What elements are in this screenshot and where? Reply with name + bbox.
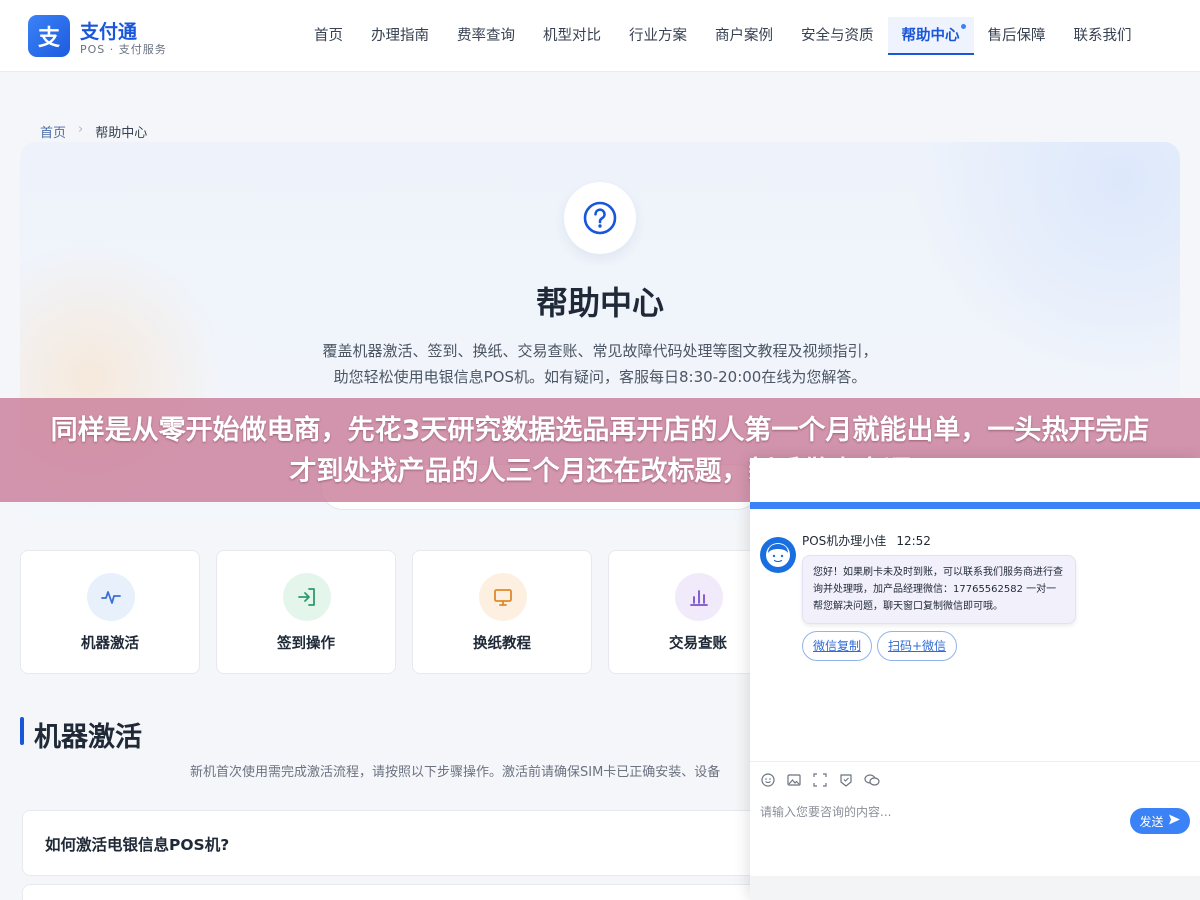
nav-item-cases[interactable]: 商户案例 — [701, 17, 787, 55]
bar-chart-icon — [675, 573, 723, 621]
nav-item-security[interactable]: 安全与资质 — [787, 17, 888, 55]
chat-accent-stripe — [750, 502, 1200, 509]
monitor-icon — [479, 573, 527, 621]
main-nav: 首页 办理指南 费率查询 机型对比 行业方案 商户案例 安全与资质 帮助中心 售… — [300, 0, 1146, 72]
chat-footer — [750, 876, 1200, 900]
pulse-icon — [87, 573, 135, 621]
message-bubble: 您好！如果刷卡未及时到账，可以联系我们服务商进行查询并处理哦，加产品经理微信：1… — [802, 555, 1076, 624]
minimize-button[interactable]: — — [1150, 462, 1164, 478]
category-card-label: 签到操作 — [277, 636, 335, 652]
category-card-paper[interactable]: 换纸教程 — [412, 550, 592, 674]
nav-item-industry[interactable]: 行业方案 — [615, 17, 701, 55]
logo-icon[interactable]: 支 — [28, 15, 70, 57]
section-accent-bar — [20, 717, 24, 745]
nav-item-help[interactable]: 帮助中心 — [887, 17, 974, 55]
nav-item-aftersales[interactable]: 售后保障 — [974, 17, 1060, 55]
category-card-label: 换纸教程 — [473, 636, 531, 652]
image-icon[interactable] — [786, 772, 802, 788]
emoji-icon[interactable] — [760, 772, 776, 788]
section-title: 机器激活 — [34, 722, 142, 753]
maximize-button[interactable]: □ — [1176, 462, 1189, 478]
page-title: 帮助中心 — [535, 284, 664, 322]
nav-item-rates[interactable]: 费率查询 — [443, 17, 529, 55]
faq-question: 如何激活电银信息POS机? — [45, 836, 230, 854]
breadcrumb-separator: › — [78, 122, 84, 137]
agent-name-text: POS机办理小佳 — [802, 534, 887, 548]
chat-window: — □ POS机办理小佳 12:52 您好！如果刷卡未及时到账，可以联系我们服务商… — [750, 458, 1200, 900]
category-cards: 机器激活 签到操作 换纸教程 交易查账 — [20, 550, 788, 674]
faq-item[interactable]: 如何激活电银信息POS机? — [22, 810, 762, 876]
scan-wechat-button[interactable]: 扫码+微信 — [877, 631, 958, 661]
breadcrumb-current: 帮助中心 — [95, 126, 148, 141]
chat-titlebar: — □ — [750, 458, 1200, 502]
send-button-label: 发送 — [1139, 814, 1164, 829]
agent-name: POS机办理小佳 12:52 — [802, 532, 931, 549]
chat-input[interactable] — [760, 800, 1120, 824]
question-circle-icon — [564, 182, 636, 254]
logo-title[interactable]: 支付通 — [80, 17, 137, 44]
faq-item[interactable] — [22, 884, 762, 900]
chat-toolbar — [750, 761, 1200, 797]
send-icon — [1168, 813, 1181, 829]
category-card-label: 机器激活 — [81, 636, 139, 652]
evaluate-icon[interactable] — [838, 772, 854, 788]
category-card-signin[interactable]: 签到操作 — [216, 550, 396, 674]
nav-item-help-label: 帮助中心 — [901, 28, 960, 44]
active-dot-icon — [960, 24, 966, 29]
sign-in-icon — [283, 573, 331, 621]
nav-item-compare[interactable]: 机型对比 — [529, 17, 615, 55]
nav-item-home[interactable]: 首页 — [300, 17, 357, 55]
copy-wechat-button[interactable]: 微信复制 — [802, 631, 873, 661]
agent-avatar — [760, 537, 796, 573]
section-description: 新机首次使用需完成激活流程，请按照以下步骤操作。激活前请确保SIM卡已正确安装、… — [190, 765, 721, 780]
wechat-icon[interactable] — [864, 772, 880, 788]
breadcrumb: 首页 › 帮助中心 — [40, 122, 147, 141]
hero-description-line-1: 覆盖机器激活、签到、换纸、交易查账、常见故障代码处理等图文教程及视频指引， — [322, 342, 878, 360]
message-time: 12:52 — [896, 534, 931, 548]
top-header: 支 支付通 POS · 支付服务 首页 办理指南 费率查询 机型对比 行业方案 … — [0, 0, 1200, 72]
hero-description: 覆盖机器激活、签到、换纸、交易查账、常见故障代码处理等图文教程及视频指引， 助您… — [20, 338, 1180, 390]
nav-item-guide[interactable]: 办理指南 — [357, 17, 443, 55]
nav-item-contact[interactable]: 联系我们 — [1060, 17, 1146, 55]
chat-messages[interactable]: POS机办理小佳 12:52 您好！如果刷卡未及时到账，可以联系我们服务商进行查询… — [750, 509, 1200, 761]
breadcrumb-home[interactable]: 首页 — [40, 122, 66, 141]
logo-subtitle: POS · 支付服务 — [80, 43, 167, 56]
category-card-activation[interactable]: 机器激活 — [20, 550, 200, 674]
send-button[interactable]: 发送 — [1130, 808, 1190, 834]
screenshot-icon[interactable] — [812, 772, 828, 788]
hero-description-line-2: 助您轻松使用电银信息POS机。如有疑问，客服每日8:30-20:00在线为您解答… — [333, 368, 867, 386]
